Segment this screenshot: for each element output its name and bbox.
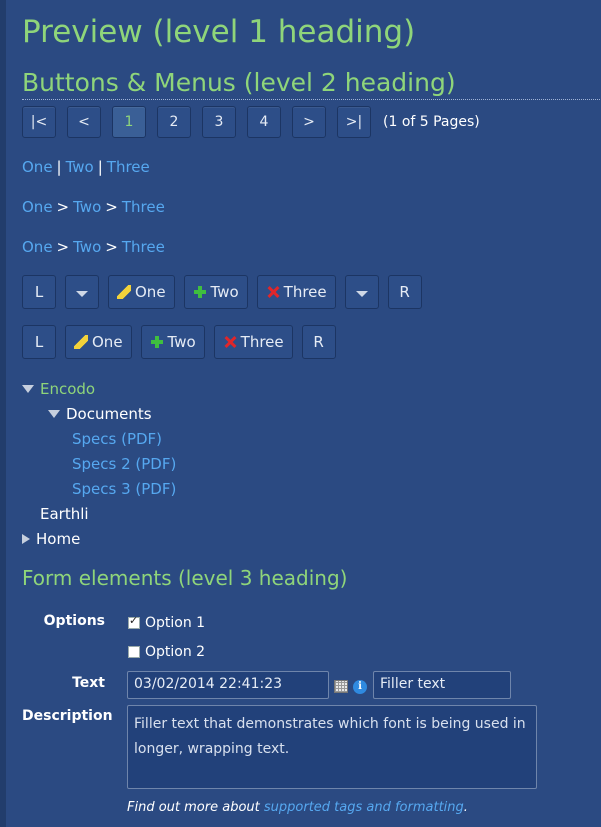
breadcrumb-one[interactable]: One bbox=[22, 198, 53, 216]
breadcrumb-two[interactable]: Two bbox=[73, 238, 101, 256]
help-footer: Find out more about supported tags and f… bbox=[127, 800, 468, 815]
heading-level-1: Preview (level 1 heading) bbox=[22, 14, 416, 50]
heading-level-2: Buttons & Menus (level 2 heading) bbox=[22, 68, 601, 100]
page-3-button[interactable]: 3 bbox=[202, 106, 236, 138]
three-button[interactable]: Three bbox=[256, 275, 336, 309]
tree-link[interactable]: Specs 3 (PDF) bbox=[72, 480, 176, 498]
pipe-separator: | bbox=[56, 158, 62, 176]
delete-icon bbox=[223, 335, 237, 349]
info-icon[interactable]: i bbox=[353, 680, 367, 694]
tree-node-label[interactable]: Encodo bbox=[40, 380, 95, 398]
pencil-icon bbox=[74, 335, 88, 349]
tree-collapsed-icon[interactable] bbox=[22, 533, 30, 544]
help-text: Find out more about bbox=[127, 800, 264, 815]
dropdown-button[interactable] bbox=[344, 275, 379, 309]
breadcrumb: One > Two > Three bbox=[22, 198, 165, 216]
description-textarea[interactable]: Filler text that demonstrates which font… bbox=[127, 705, 537, 789]
pipe-separator: | bbox=[97, 158, 103, 176]
page-1-button[interactable]: 1 bbox=[112, 106, 146, 138]
right-button[interactable]: R bbox=[387, 275, 422, 309]
tree-node-specs-3[interactable]: Specs 3 (PDF) bbox=[22, 476, 176, 501]
calendar-icon[interactable] bbox=[334, 680, 348, 693]
three-button-label: Three bbox=[240, 333, 284, 351]
next-page-button[interactable]: > bbox=[292, 106, 326, 138]
right-button[interactable]: R bbox=[301, 325, 336, 359]
checkbox-unchecked[interactable] bbox=[128, 646, 140, 658]
three-button-label: Three bbox=[283, 283, 327, 301]
two-button[interactable]: Two bbox=[183, 275, 248, 309]
tree-view: Encodo Documents Specs (PDF) Specs 2 (PD… bbox=[22, 376, 176, 551]
tree-expanded-icon[interactable] bbox=[22, 384, 34, 393]
breadcrumb-separator: > bbox=[105, 198, 118, 216]
pager: |< < 1 2 3 4 > >| (1 of 5 Pages) bbox=[22, 106, 480, 138]
last-page-button[interactable]: >| bbox=[337, 106, 371, 138]
datetime-input[interactable]: 03/02/2014 22:41:23 bbox=[127, 671, 329, 699]
plus-icon bbox=[193, 285, 207, 299]
filler-text-input[interactable]: Filler text bbox=[373, 671, 511, 699]
chevron-down-icon bbox=[355, 291, 368, 297]
three-button[interactable]: Three bbox=[213, 325, 293, 359]
checkbox-checked[interactable] bbox=[128, 614, 140, 629]
one-button-label: One bbox=[135, 283, 166, 301]
pipe-link-list: One | Two | Three bbox=[22, 158, 150, 176]
plus-icon bbox=[150, 335, 164, 349]
left-button[interactable]: L bbox=[22, 325, 56, 359]
breadcrumb-three[interactable]: Three bbox=[122, 238, 165, 256]
help-text-end: . bbox=[463, 800, 468, 815]
breadcrumb-separator: > bbox=[56, 198, 70, 216]
page-4-button[interactable]: 4 bbox=[247, 106, 281, 138]
tree-expanded-icon[interactable] bbox=[48, 409, 60, 418]
first-page-button[interactable]: |< bbox=[22, 106, 56, 138]
breadcrumb-alt: One > Two > Three bbox=[22, 238, 165, 256]
breadcrumb-two[interactable]: Two bbox=[73, 198, 101, 216]
link-one[interactable]: One bbox=[22, 158, 53, 176]
option-1-label[interactable]: Option 1 bbox=[145, 615, 205, 631]
page-2-button[interactable]: 2 bbox=[157, 106, 191, 138]
tree-node-specs-2[interactable]: Specs 2 (PDF) bbox=[22, 451, 176, 476]
button-group-with-dropdowns: L One Two Three R bbox=[22, 275, 431, 309]
breadcrumb-three[interactable]: Three bbox=[122, 198, 165, 216]
heading-level-3: Form elements (level 3 heading) bbox=[22, 566, 348, 590]
link-three[interactable]: Three bbox=[107, 158, 150, 176]
options-label: Options bbox=[43, 613, 105, 629]
button-group: L One Two Three R bbox=[22, 325, 345, 359]
one-button-label: One bbox=[92, 333, 123, 351]
tree-node-label[interactable]: Home bbox=[36, 530, 80, 548]
tree-node-earthli[interactable]: Earthli bbox=[22, 501, 176, 526]
two-button-label: Two bbox=[210, 283, 239, 301]
tree-node-label[interactable]: Documents bbox=[66, 405, 152, 423]
option-2-label[interactable]: Option 2 bbox=[145, 644, 205, 660]
tree-node-home[interactable]: Home bbox=[22, 526, 176, 551]
tree-node-label[interactable]: Earthli bbox=[40, 505, 89, 523]
pencil-icon bbox=[117, 285, 131, 299]
two-button-label: Two bbox=[167, 333, 196, 351]
tree-link[interactable]: Specs 2 (PDF) bbox=[72, 455, 176, 473]
chevron-down-icon bbox=[76, 291, 88, 297]
tree-link[interactable]: Specs (PDF) bbox=[72, 430, 162, 448]
page-info: (1 of 5 Pages) bbox=[383, 114, 480, 130]
option-2-checkbox[interactable]: Option 2 bbox=[128, 644, 205, 660]
link-two[interactable]: Two bbox=[66, 158, 94, 176]
tree-node-documents[interactable]: Documents bbox=[22, 401, 176, 426]
preview-panel: Preview (level 1 heading) Buttons & Menu… bbox=[0, 0, 601, 827]
description-label: Description bbox=[22, 708, 113, 724]
text-label: Text bbox=[72, 675, 105, 691]
one-button[interactable]: One bbox=[108, 275, 175, 309]
two-button[interactable]: Two bbox=[140, 325, 205, 359]
left-button[interactable]: L bbox=[22, 275, 56, 309]
breadcrumb-one[interactable]: One bbox=[22, 238, 53, 256]
tree-node-specs[interactable]: Specs (PDF) bbox=[22, 426, 176, 451]
breadcrumb-separator: > bbox=[105, 238, 118, 256]
delete-icon bbox=[266, 285, 280, 299]
previous-page-button[interactable]: < bbox=[67, 106, 101, 138]
tree-node-encodo[interactable]: Encodo bbox=[22, 376, 176, 401]
dropdown-button[interactable] bbox=[65, 275, 99, 309]
option-1-checkbox[interactable]: Option 1 bbox=[128, 614, 205, 631]
supported-tags-link[interactable]: supported tags and formatting bbox=[264, 800, 464, 815]
breadcrumb-separator: > bbox=[56, 238, 70, 256]
one-button[interactable]: One bbox=[65, 325, 132, 359]
